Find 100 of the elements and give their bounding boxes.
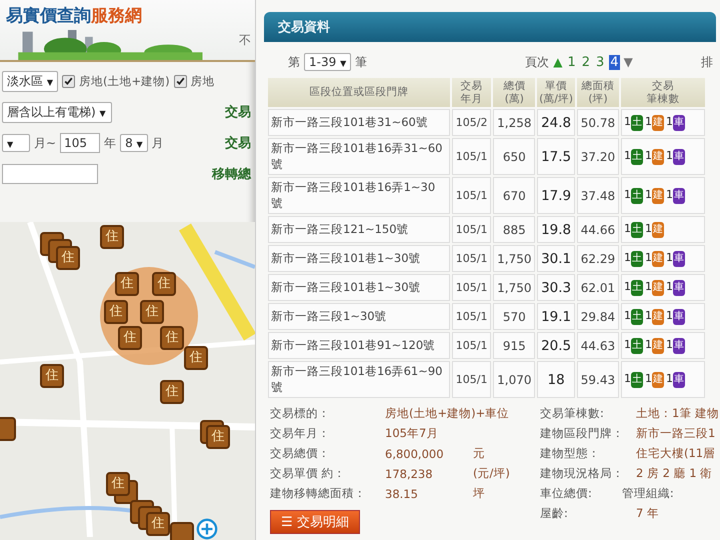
count-number: 1 xyxy=(645,280,652,294)
table-cell: 105/1 xyxy=(452,245,492,272)
table-cell: 新市一路三段101巷91~120號 xyxy=(268,332,450,360)
type-badge: 車 xyxy=(673,115,685,132)
details-button[interactable]: ☰ 交易明細 xyxy=(270,510,360,534)
caret-icon: ▼ xyxy=(7,140,14,149)
checkbox-label: 房地 xyxy=(190,74,215,88)
count-number: 1 xyxy=(645,115,652,128)
zoom-in-icon[interactable] xyxy=(196,518,218,540)
map-marker[interactable]: 住 xyxy=(100,225,124,249)
table-cell: 新市一路三段101巷1~30號 xyxy=(268,245,450,272)
type-badge: 建 xyxy=(652,338,664,354)
table-cell: 29.84 xyxy=(576,303,619,330)
month-select[interactable]: 8 ▼ xyxy=(120,134,148,152)
type-badge: 建 xyxy=(652,149,664,166)
page-link[interactable]: 2 xyxy=(580,54,592,70)
column-header: 單價 xyxy=(544,80,568,93)
type-badge: 土 xyxy=(631,280,643,296)
detail-value: 38.15 xyxy=(385,486,419,501)
table-cell: 105/1 xyxy=(452,303,492,330)
page-link[interactable]: 4 xyxy=(609,54,620,70)
detail-value: 7 年 xyxy=(636,506,660,522)
table-cell: 新市一路三段101巷1~30號 xyxy=(268,274,450,302)
previous-page-button[interactable]: ▲ xyxy=(553,55,562,69)
checkbox-label: 房地(土地+建物) xyxy=(78,74,170,88)
caret-icon: ▼ xyxy=(136,140,143,149)
sort-label: 排 xyxy=(700,54,713,70)
count-number: 1 xyxy=(645,309,652,322)
detail-label: 建物現況格局： xyxy=(540,466,625,482)
checkbox[interactable] xyxy=(62,74,75,88)
detail-label: 交易總價： xyxy=(270,446,331,462)
caret-icon: ▼ xyxy=(100,108,106,118)
district-select[interactable]: 淡水區 ▼ xyxy=(2,70,58,92)
table-cell: 105/1 xyxy=(452,177,492,214)
table-cell: 1,070 xyxy=(493,361,536,398)
table-cell: 670 xyxy=(493,177,536,214)
table-cell: 915 xyxy=(493,332,536,360)
page-link[interactable]: 1 xyxy=(566,54,577,70)
form-label: 交易 xyxy=(225,134,251,152)
detail-label: 建物移轉總面積： xyxy=(270,486,367,502)
count-number: 1 xyxy=(624,338,631,352)
range-prefix: 第 xyxy=(288,54,300,70)
map-marker[interactable]: 住 xyxy=(152,272,176,296)
map-marker[interactable]: 住 xyxy=(184,346,208,370)
map-marker[interactable]: 住 xyxy=(160,380,184,404)
map-marker[interactable]: 住 xyxy=(118,326,142,350)
form-label: 移轉總 xyxy=(212,166,251,183)
table-cell: 44.63 xyxy=(576,332,619,360)
table-cell: 62.01 xyxy=(576,274,619,302)
map-marker[interactable]: 住 xyxy=(106,472,130,496)
checkbox[interactable] xyxy=(174,74,187,88)
type-badge: 車 xyxy=(673,280,685,296)
count-number: 1 xyxy=(624,309,631,322)
type-badge: 建 xyxy=(652,372,664,388)
detail-unit: 元 xyxy=(473,446,485,462)
column-header: 總面積 xyxy=(580,80,616,93)
count-number: 1 xyxy=(645,251,652,264)
column-header: 區段位置或區段門牌 xyxy=(308,86,410,99)
year-input[interactable]: 105 xyxy=(60,133,100,153)
text-input[interactable] xyxy=(2,164,98,184)
map-marker[interactable]: 住 xyxy=(140,300,164,324)
map-marker[interactable]: 住 xyxy=(160,326,184,350)
range-select[interactable]: 1-39 ▼ xyxy=(304,53,352,71)
detail-label: 交易年月： xyxy=(270,426,331,442)
map-marker[interactable]: 住 xyxy=(104,300,128,324)
type-badge: 車 xyxy=(673,188,685,204)
table-cell: 1,750 xyxy=(493,274,536,302)
table-cell: 1,258 xyxy=(493,109,536,136)
map-marker[interactable]: 住 xyxy=(40,364,64,388)
count-number: 1 xyxy=(645,372,652,386)
range-suffix: 筆 xyxy=(355,54,368,70)
table-cell: 新市一路三段101巷16弄31~60號 xyxy=(268,138,450,176)
column-header: 總價 xyxy=(502,80,526,93)
map-marker[interactable]: 住 xyxy=(206,425,230,449)
next-page-button[interactable]: ▼ xyxy=(624,55,633,69)
table-cell: 30.3 xyxy=(537,274,575,302)
month-select[interactable]: ▼ xyxy=(2,134,30,152)
type-badge: 土 xyxy=(631,372,643,388)
site-title: 易實價查詢 xyxy=(6,6,91,26)
page-link[interactable]: 3 xyxy=(595,54,606,70)
table-cell: 105/1 xyxy=(452,361,492,398)
count-number: 1 xyxy=(666,149,673,162)
count-number: 1 xyxy=(666,251,673,264)
table-cell: 650 xyxy=(493,138,536,176)
map-marker[interactable]: 住 xyxy=(146,512,170,536)
table-cell: 59.43 xyxy=(576,361,619,398)
count-number: 1 xyxy=(645,149,652,162)
map-marker[interactable]: 住 xyxy=(56,246,80,270)
type-badge: 土 xyxy=(631,251,643,268)
building-type-select[interactable]: 層含以上有電梯) ▼ xyxy=(2,102,112,122)
pager-label: 頁次 xyxy=(525,54,550,70)
count-number: 1 xyxy=(645,222,652,236)
detail-value: 2 房 2 廳 1 衛 xyxy=(636,466,714,482)
map-marker[interactable]: 住 xyxy=(115,272,139,296)
column-header: (坪) xyxy=(587,92,609,106)
count-number: 1 xyxy=(666,115,673,128)
count-number: 1 xyxy=(666,188,673,202)
column-header: 年月 xyxy=(460,92,484,106)
table-cell: 105/1 xyxy=(452,332,492,360)
table-cell: 新市一路三段121~150號 xyxy=(268,216,450,244)
